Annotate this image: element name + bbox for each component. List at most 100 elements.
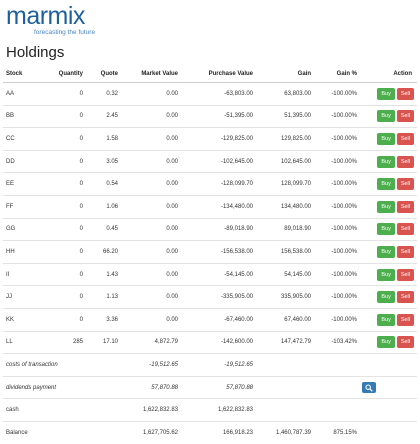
dividends-label: dividends payment xyxy=(3,375,120,399)
cell-purchase-value: -335,905.00 xyxy=(180,285,255,309)
cell-purchase-value: -51,395.00 xyxy=(180,104,255,128)
header-action: Action xyxy=(359,66,417,83)
cash-market-value: 1,622,832.83 xyxy=(120,398,180,422)
cell-gain-pct: -100.00% xyxy=(313,104,359,128)
table-row: GG 0 0.45 0.00 -89,018.90 89,018.90 -100… xyxy=(3,217,417,241)
cell-gain-pct: -100.00% xyxy=(313,240,359,264)
empty-cell xyxy=(359,420,417,444)
cell-stock: JJ xyxy=(3,285,53,309)
sell-button[interactable]: Sell xyxy=(396,200,414,213)
buy-button[interactable]: Buy xyxy=(377,313,395,326)
cell-stock: GG xyxy=(3,217,53,241)
cell-quote: 3.05 xyxy=(85,149,120,173)
header-gain-pct: Gain % xyxy=(313,66,359,83)
buy-button[interactable]: Buy xyxy=(377,110,395,123)
cell-market-value: 0.00 xyxy=(120,217,180,241)
cell-gain-pct: -100.00% xyxy=(313,149,359,173)
costs-purchase-value: -19,512.65 xyxy=(180,353,255,377)
cell-market-value: 0.00 xyxy=(120,127,180,151)
cell-actions: Buy Sell xyxy=(359,104,417,128)
sell-button[interactable]: Sell xyxy=(396,178,414,191)
cell-stock: HH xyxy=(3,240,53,264)
empty-cell xyxy=(313,398,359,422)
cell-gain: 129,825.00 xyxy=(255,127,313,151)
costs-label: costs of transaction xyxy=(3,353,120,377)
cell-gain: 128,099.70 xyxy=(255,172,313,196)
cash-label: cash xyxy=(3,398,120,422)
cell-quote: 66.20 xyxy=(85,240,120,264)
cell-gain-pct: -100.00% xyxy=(313,172,359,196)
cell-actions: Buy Sell xyxy=(359,330,417,354)
empty-cell xyxy=(313,375,359,399)
cell-stock: LL xyxy=(3,330,53,354)
sell-button[interactable]: Sell xyxy=(396,245,414,258)
cell-market-value: 0.00 xyxy=(120,240,180,264)
cell-gain-pct: -100.00% xyxy=(313,262,359,286)
empty-cell xyxy=(255,375,313,399)
sell-button[interactable]: Sell xyxy=(396,336,414,349)
sell-button[interactable]: Sell xyxy=(396,268,414,281)
header-purchase-value: Purchase Value xyxy=(180,66,255,83)
cell-gain: 147,472.79 xyxy=(255,330,313,354)
cell-quote: 3.36 xyxy=(85,307,120,332)
cell-actions: Buy Sell xyxy=(359,285,417,309)
cell-stock: II xyxy=(3,262,53,286)
cell-gain: 335,905.00 xyxy=(255,285,313,309)
sell-button[interactable]: Sell xyxy=(396,313,414,326)
sell-button[interactable]: Sell xyxy=(396,155,414,168)
holdings-body: AA 0 0.32 0.00 -63,803.00 63,803.00 -100… xyxy=(3,82,417,444)
cell-quote: 0.32 xyxy=(85,82,120,106)
table-row: FF 0 1.06 0.00 -134,480.00 134,480.00 -1… xyxy=(3,194,417,219)
cell-actions: Buy Sell xyxy=(359,217,417,241)
buy-button[interactable]: Buy xyxy=(377,223,395,236)
cell-gain-pct: -100.00% xyxy=(313,285,359,309)
table-row: II 0 1.43 0.00 -54,145.00 54,145.00 -100… xyxy=(3,262,417,286)
cell-actions: Buy Sell xyxy=(359,82,417,106)
sell-button[interactable]: Sell xyxy=(396,223,414,236)
cell-quantity: 0 xyxy=(53,262,85,286)
cell-gain: 89,018.90 xyxy=(255,217,313,241)
empty-cell xyxy=(255,398,313,422)
sell-button[interactable]: Sell xyxy=(396,291,414,304)
buy-button[interactable]: Buy xyxy=(377,87,395,100)
header-stock: Stock xyxy=(3,66,53,83)
cell-actions: Buy Sell xyxy=(359,172,417,196)
cell-gain: 134,480.00 xyxy=(255,194,313,219)
dividends-action xyxy=(359,375,417,399)
cell-market-value: 0.00 xyxy=(120,149,180,173)
cell-quote: 0.54 xyxy=(85,172,120,196)
buy-button[interactable]: Buy xyxy=(377,336,395,349)
dividends-row: dividends payment 57,870.88 57,870.88 xyxy=(3,375,417,399)
buy-button[interactable]: Buy xyxy=(377,200,395,213)
buy-button[interactable]: Buy xyxy=(377,291,395,304)
sell-button[interactable]: Sell xyxy=(396,110,414,123)
table-row: BB 0 2.45 0.00 -51,395.00 51,395.00 -100… xyxy=(3,104,417,128)
buy-button[interactable]: Buy xyxy=(377,245,395,258)
cell-purchase-value: -129,825.00 xyxy=(180,127,255,151)
buy-button[interactable]: Buy xyxy=(377,178,395,191)
buy-button[interactable]: Buy xyxy=(377,132,395,145)
sell-button[interactable]: Sell xyxy=(396,132,414,145)
table-row: JJ 0 1.13 0.00 -335,905.00 335,905.00 -1… xyxy=(3,285,417,309)
buy-button[interactable]: Buy xyxy=(377,268,395,281)
cell-gain-pct: -100.00% xyxy=(313,82,359,106)
balance-label: Balance xyxy=(3,420,120,444)
dividends-search-button[interactable] xyxy=(362,382,376,394)
cell-quantity: 0 xyxy=(53,240,85,264)
cell-quantity: 0 xyxy=(53,149,85,173)
cell-market-value: 0.00 xyxy=(120,172,180,196)
cell-gain: 67,460.00 xyxy=(255,307,313,332)
cell-purchase-value: -142,600.00 xyxy=(180,330,255,354)
balance-row: Balance 1,627,705.62 166,918.23 1,460,78… xyxy=(3,420,417,444)
table-row: AA 0 0.32 0.00 -63,803.00 63,803.00 -100… xyxy=(3,82,417,106)
cell-gain-pct: -100.00% xyxy=(313,127,359,151)
table-header: Stock Quantity Quote Market Value Purcha… xyxy=(3,66,417,83)
table-row: KK 0 3.36 0.00 -67,460.00 67,460.00 -100… xyxy=(3,307,417,332)
sell-button[interactable]: Sell xyxy=(396,87,414,100)
cell-quote: 2.45 xyxy=(85,104,120,128)
cell-stock: CC xyxy=(3,127,53,151)
cash-row: cash 1,622,832.83 1,622,832.83 xyxy=(3,398,417,422)
cell-quote: 0.45 xyxy=(85,217,120,241)
buy-button[interactable]: Buy xyxy=(377,155,395,168)
cell-quantity: 285 xyxy=(53,330,85,354)
